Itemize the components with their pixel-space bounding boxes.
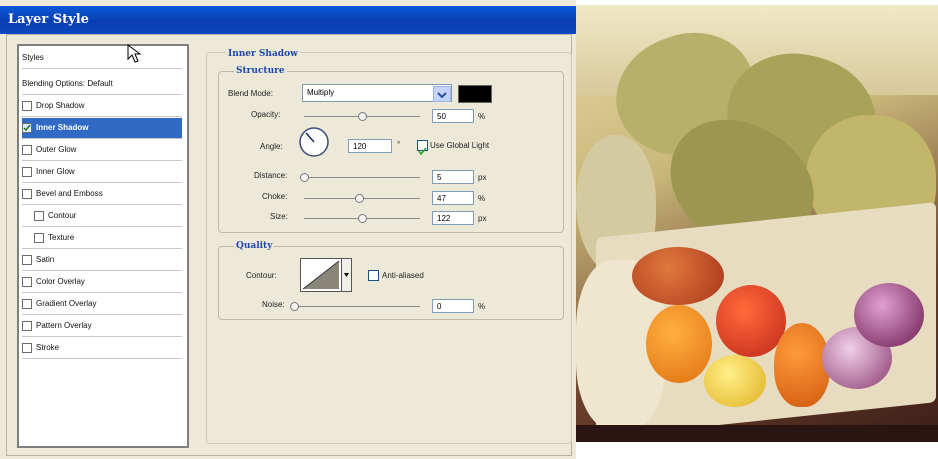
anti-aliased-label: Anti-aliased	[382, 271, 424, 280]
inner-glow-checkbox[interactable]	[22, 166, 32, 177]
noise-value: 0	[437, 302, 442, 311]
blending-options-item[interactable]: Blending Options: Default	[22, 74, 182, 95]
distance-unit: px	[478, 173, 487, 182]
opacity-slider-thumb[interactable]	[358, 112, 367, 121]
contour-picker[interactable]	[300, 258, 342, 292]
distance-value: 5	[437, 173, 442, 182]
choke-slider-thumb[interactable]	[354, 194, 364, 203]
drop-shadow-checkbox[interactable]	[22, 100, 32, 111]
stroke-label: Stroke	[36, 343, 60, 352]
bevel-emboss-label: Bevel and Emboss	[36, 189, 103, 198]
contour-label: Contour:	[246, 271, 277, 280]
use-global-light-checkbox[interactable]	[417, 140, 428, 156]
size-unit: px	[478, 214, 487, 223]
contour-preview-icon	[302, 260, 340, 290]
distance-slider-track[interactable]	[304, 177, 420, 178]
outer-glow-label: Outer Glow	[36, 145, 77, 154]
satin-checkbox[interactable]	[22, 254, 32, 265]
blend-mode-select[interactable]: Multiply	[302, 84, 452, 102]
opacity-value: 50	[437, 112, 446, 121]
style-item-drop-shadow[interactable]: Drop Shadow	[22, 96, 182, 117]
style-item-bevel-emboss[interactable]: Bevel and Emboss	[22, 184, 182, 205]
style-item-gradient-overlay[interactable]: Gradient Overlay	[22, 294, 182, 315]
styles-header-item[interactable]: Styles	[22, 48, 182, 69]
contour-label: Contour	[48, 211, 77, 220]
bevel-emboss-checkbox[interactable]	[22, 188, 32, 199]
outer-glow-checkbox[interactable]	[22, 144, 32, 155]
opacity-label: Opacity:	[251, 110, 281, 119]
style-item-color-overlay[interactable]: Color Overlay	[22, 272, 182, 293]
choke-unit: %	[478, 194, 486, 203]
noise-slider-thumb[interactable]	[290, 302, 299, 311]
style-item-pattern-overlay[interactable]: Pattern Overlay	[22, 316, 182, 337]
title-bar[interactable]: Layer Style	[0, 6, 576, 34]
window-title: Layer Style	[8, 12, 89, 27]
noise-slider-track[interactable]	[294, 306, 420, 307]
blending-options-label: Blending Options: Default	[22, 79, 113, 88]
size-slider-thumb[interactable]	[358, 214, 367, 223]
distance-slider-thumb[interactable]	[300, 173, 309, 182]
gradient-overlay-checkbox[interactable]	[22, 298, 32, 309]
texture-label: Texture	[48, 233, 75, 242]
pattern-overlay-label: Pattern Overlay	[36, 321, 92, 330]
angle-dial[interactable]	[298, 126, 330, 158]
contour-dropdown-button[interactable]	[341, 258, 352, 292]
layer-style-dialog: Layer Style Styles Blending Options: Def…	[0, 0, 576, 459]
inner-shadow-checkbox[interactable]	[22, 122, 32, 133]
style-item-texture[interactable]: Texture	[22, 228, 182, 249]
noise-label: Noise:	[262, 300, 285, 309]
drop-shadow-label: Drop Shadow	[36, 101, 85, 110]
quality-title: Quality	[234, 241, 275, 251]
size-input[interactable]: 122	[432, 211, 474, 225]
style-item-inner-shadow[interactable]: Inner Shadow	[22, 118, 182, 139]
noise-input[interactable]: 0	[432, 299, 474, 313]
satin-label: Satin	[36, 255, 55, 264]
stroke-checkbox[interactable]	[22, 342, 32, 353]
angle-input[interactable]: 120	[348, 139, 392, 153]
noise-unit: %	[478, 302, 486, 311]
use-global-light-label: Use Global Light	[430, 141, 490, 150]
style-item-stroke[interactable]: Stroke	[22, 338, 182, 359]
inner-shadow-label: Inner Shadow	[36, 123, 89, 132]
distance-input[interactable]: 5	[432, 170, 474, 184]
contour-checkbox[interactable]	[34, 210, 44, 221]
style-item-contour[interactable]: Contour	[22, 206, 182, 227]
opacity-unit: %	[478, 112, 486, 121]
styles-label: Styles	[22, 53, 44, 62]
style-item-satin[interactable]: Satin	[22, 250, 182, 271]
structure-title: Structure	[234, 66, 287, 76]
vegetables-photo	[576, 5, 938, 442]
texture-checkbox[interactable]	[34, 232, 44, 243]
checkmark-icon	[418, 147, 427, 156]
size-label: Size:	[270, 212, 288, 221]
blend-mode-label: Blend Mode:	[228, 89, 273, 98]
size-value: 122	[437, 214, 451, 223]
style-item-outer-glow[interactable]: Outer Glow	[22, 140, 182, 161]
color-overlay-checkbox[interactable]	[22, 276, 32, 287]
gradient-overlay-label: Gradient Overlay	[36, 299, 97, 308]
inner-shadow-title: Inner Shadow	[226, 49, 300, 59]
styles-list: Styles Blending Options: Default Drop Sh…	[17, 44, 189, 448]
angle-value: 120	[353, 142, 367, 151]
angle-label: Angle:	[260, 142, 283, 151]
pattern-overlay-checkbox[interactable]	[22, 320, 32, 331]
distance-label: Distance:	[254, 171, 288, 180]
choke-value: 47	[437, 194, 446, 203]
opacity-input[interactable]: 50	[432, 109, 474, 123]
shadow-color-swatch[interactable]	[458, 85, 492, 103]
anti-aliased-checkbox[interactable]	[368, 270, 379, 281]
choke-label: Choke:	[262, 192, 288, 201]
style-item-inner-glow[interactable]: Inner Glow	[22, 162, 182, 183]
inner-glow-label: Inner Glow	[36, 167, 75, 176]
blend-mode-dropdown-button[interactable]	[433, 86, 451, 102]
mouse-cursor-icon	[127, 44, 142, 63]
blend-mode-value: Multiply	[307, 88, 335, 97]
chevron-down-icon	[437, 92, 447, 99]
color-overlay-label: Color Overlay	[36, 277, 85, 286]
chevron-down-icon	[344, 273, 349, 277]
choke-input[interactable]: 47	[432, 191, 474, 205]
angle-unit: °	[397, 140, 401, 149]
